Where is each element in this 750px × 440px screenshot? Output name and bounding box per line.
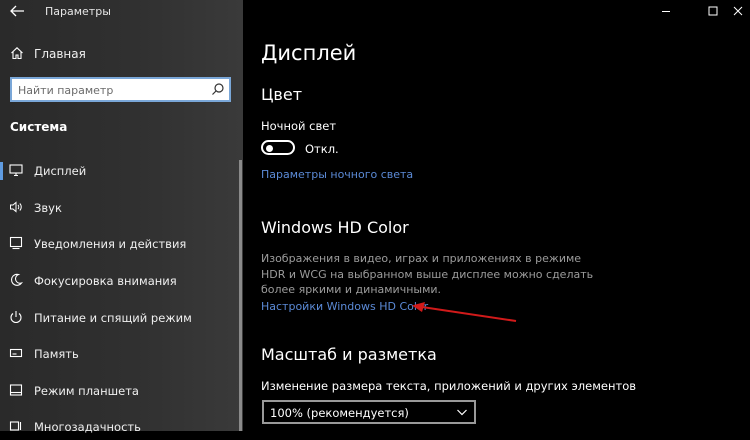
hdr-section-heading: Windows HD Color xyxy=(261,218,409,237)
sidebar-item-display[interactable]: Дисплей xyxy=(0,158,243,184)
sidebar-item-label: Фокусировка внимания xyxy=(34,274,177,288)
sidebar-item-label: Дисплей xyxy=(34,164,87,178)
hdr-description: Изображения в видео, играх и приложениях… xyxy=(261,252,594,296)
sidebar-item-home[interactable]: Главная xyxy=(0,44,243,64)
sidebar-item-label: Уведомления и действия xyxy=(34,237,187,251)
search-box[interactable] xyxy=(10,77,231,102)
sidebar-item-label: Звук xyxy=(34,201,62,215)
moon-icon xyxy=(11,273,23,286)
size-label: Изменение размера текста, приложений и д… xyxy=(261,379,637,393)
main-content: Дисплей Цвет Ночной свет Откл. Параметры… xyxy=(243,0,750,431)
search-input[interactable] xyxy=(16,81,210,100)
night-light-settings-link[interactable]: Параметры ночного света xyxy=(261,168,413,181)
night-light-toggle[interactable] xyxy=(261,140,295,155)
close-icon[interactable] xyxy=(731,4,745,18)
notification-icon xyxy=(9,236,23,250)
sidebar-item-label: Память xyxy=(34,347,79,361)
chevron-down-icon xyxy=(457,409,467,416)
section-title: Система xyxy=(10,120,68,134)
sidebar: Параметры Главная Система Дисплей Звук xyxy=(0,0,243,434)
sidebar-item-focus-assist[interactable]: Фокусировка внимания xyxy=(0,268,243,294)
page-title: Дисплей xyxy=(261,41,357,65)
back-arrow-icon[interactable] xyxy=(9,4,25,18)
color-section-heading: Цвет xyxy=(261,85,303,104)
power-icon xyxy=(10,311,22,324)
toggle-state-label: Откл. xyxy=(305,142,339,156)
sidebar-item-notifications[interactable]: Уведомления и действия xyxy=(0,231,243,257)
tablet-icon xyxy=(9,384,23,396)
sidebar-item-storage[interactable]: Память xyxy=(0,341,243,367)
sidebar-item-power-sleep[interactable]: Питание и спящий режим xyxy=(0,305,243,331)
sidebar-item-multitasking[interactable]: Многозадачность xyxy=(0,414,243,440)
sidebar-scrollbar[interactable] xyxy=(239,160,242,431)
storage-icon xyxy=(9,348,23,358)
sidebar-item-sound[interactable]: Звук xyxy=(0,195,243,221)
home-icon xyxy=(11,47,23,60)
sidebar-item-tablet-mode[interactable]: Режим планшета xyxy=(0,378,243,404)
annotation-arrow xyxy=(412,302,517,322)
dropdown-value: 100% (рекомендуется) xyxy=(270,406,409,420)
scale-dropdown[interactable]: 100% (рекомендуется) xyxy=(262,400,476,424)
sidebar-item-label: Режим планшета xyxy=(34,384,139,398)
toggle-knob xyxy=(266,144,273,152)
titlebar-left: Параметры xyxy=(0,0,243,22)
search-icon[interactable] xyxy=(211,82,225,96)
maximize-icon[interactable] xyxy=(706,4,720,18)
minimize-icon[interactable] xyxy=(659,4,673,18)
sidebar-item-label: Питание и спящий режим xyxy=(34,311,192,325)
speaker-icon xyxy=(10,201,22,213)
monitor-icon xyxy=(9,164,23,177)
night-light-label: Ночной свет xyxy=(261,119,337,133)
hdr-settings-link[interactable]: Настройки Windows HD Color xyxy=(261,300,428,313)
sidebar-item-label: Главная xyxy=(34,47,86,61)
scale-section-heading: Масштаб и разметка xyxy=(261,345,437,364)
sidebar-item-label: Многозадачность xyxy=(34,420,141,434)
app-title: Параметры xyxy=(45,5,111,18)
